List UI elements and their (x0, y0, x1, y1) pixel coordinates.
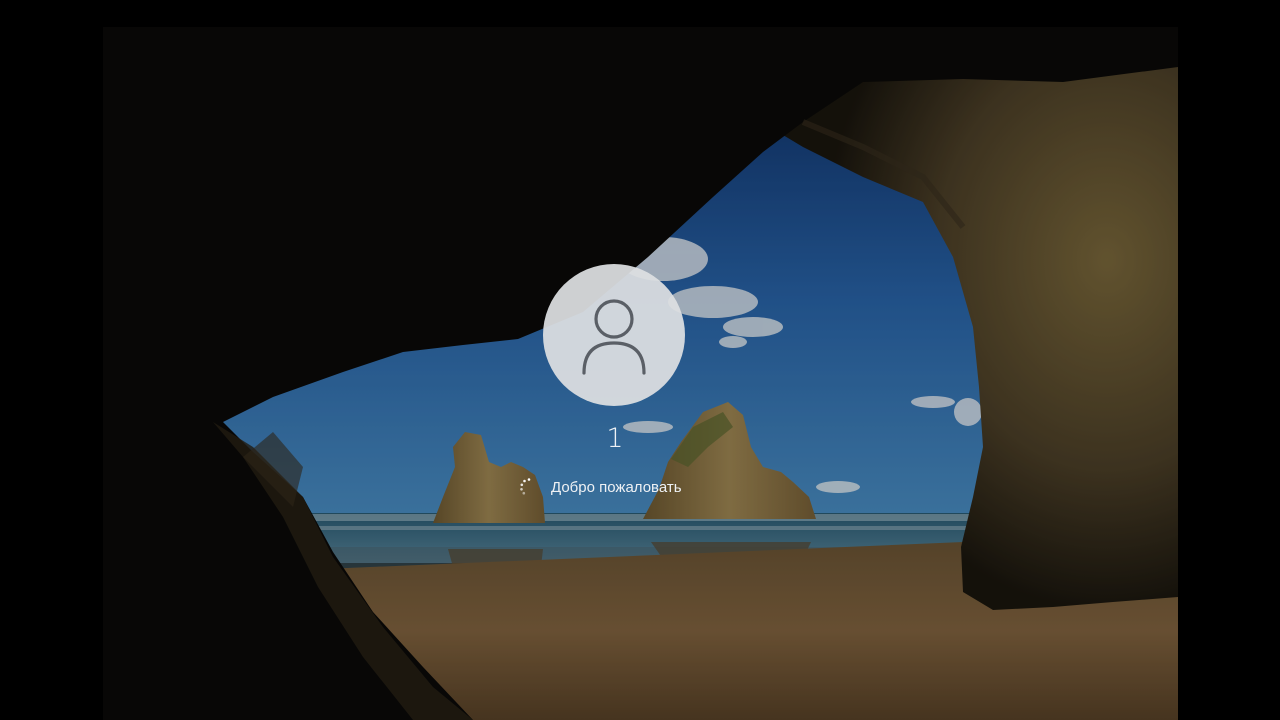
user-avatar (543, 264, 685, 406)
user-icon (582, 299, 646, 375)
welcome-text: Добро пожаловать (551, 478, 682, 496)
lock-screen: 1 Добро пожаловать (103, 27, 1178, 720)
username: 1 (606, 423, 624, 454)
loading-spinner-icon (520, 478, 531, 495)
sign-in-status: Добро пожаловать (519, 474, 682, 500)
